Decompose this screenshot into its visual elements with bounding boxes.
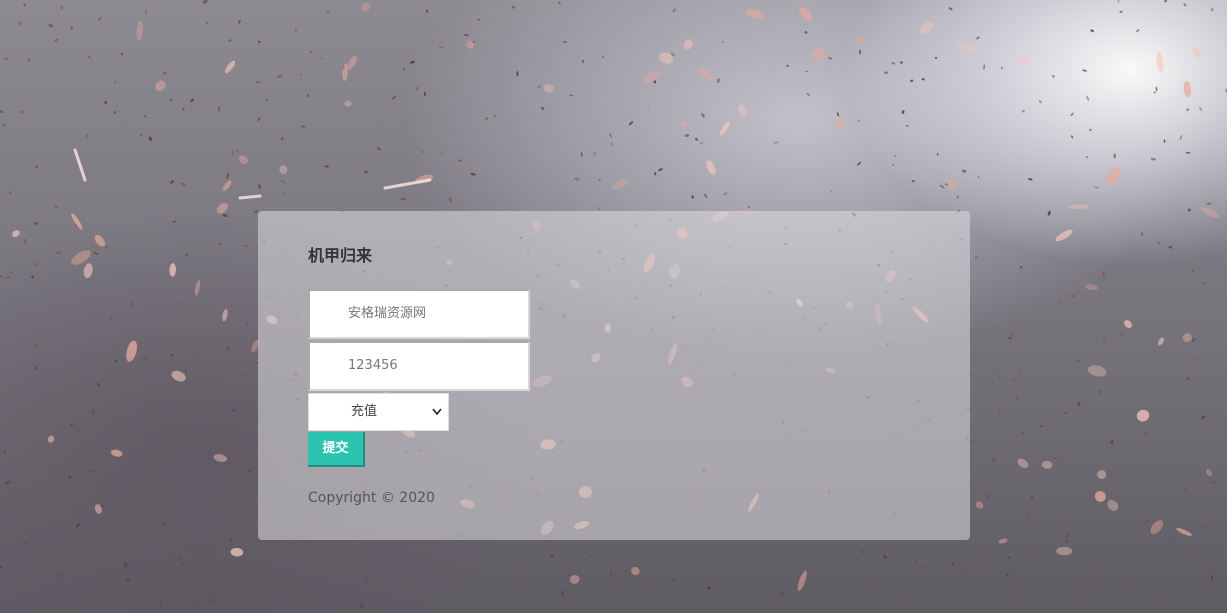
password-field[interactable]: 123456 <box>308 341 530 391</box>
submit-button[interactable]: 提交 <box>308 432 365 467</box>
type-select-value: 充值 <box>351 404 378 419</box>
type-select[interactable]: 充值 <box>308 393 449 431</box>
username-field[interactable]: 安格瑞资源网 <box>308 289 530 339</box>
page-title: 机甲归来 <box>308 246 373 265</box>
chevron-down-icon <box>432 394 442 445</box>
copyright-text: Copyright © 2020 <box>308 490 435 506</box>
login-panel: 机甲归来 安格瑞资源网 123456 充值 提交 Copyright © 202… <box>258 211 970 540</box>
